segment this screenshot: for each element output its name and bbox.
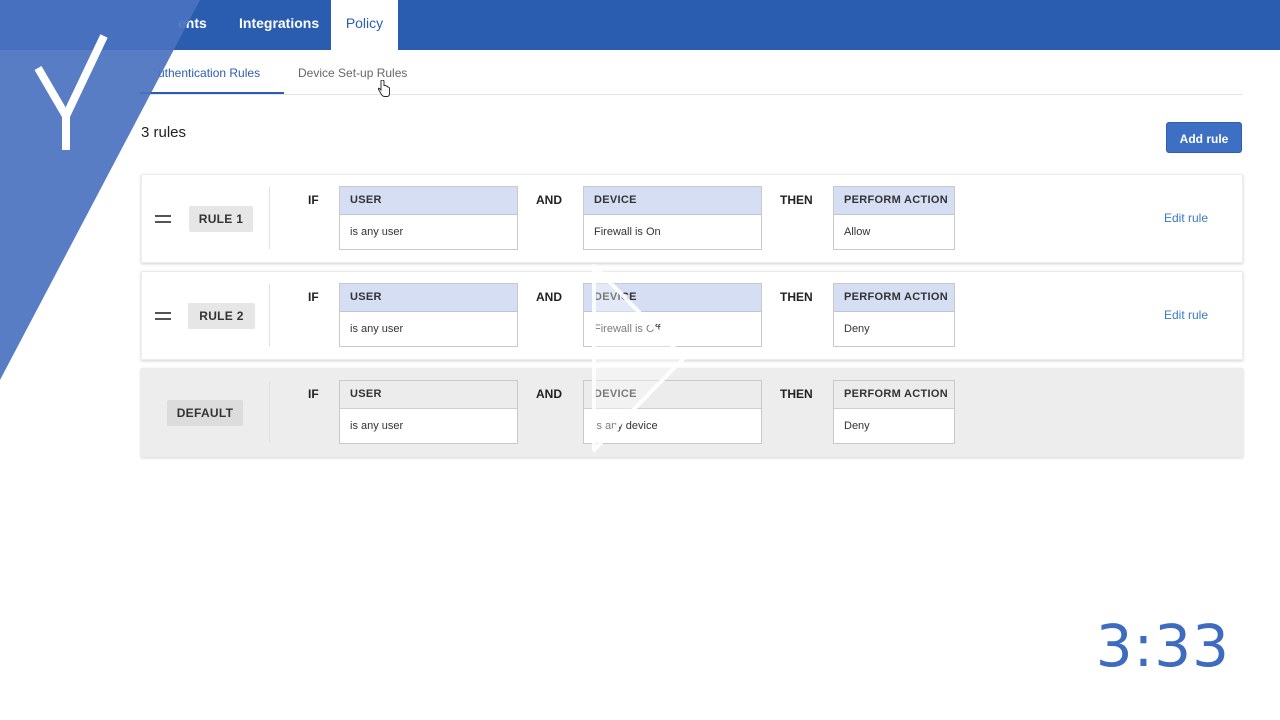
- if-keyword: IF: [308, 193, 319, 207]
- condition-value: Deny: [844, 323, 870, 335]
- condition-header: USER: [340, 284, 517, 312]
- action-condition[interactable]: PERFORM ACTION Allow: [833, 186, 955, 250]
- then-keyword: THEN: [780, 193, 813, 207]
- condition-header: DEVICE: [584, 284, 761, 312]
- condition-header: DEVICE: [584, 187, 761, 215]
- condition-value: is any user: [350, 226, 404, 238]
- and-keyword: AND: [536, 290, 562, 304]
- tab-policy[interactable]: Policy: [330, 0, 399, 50]
- user-condition: USER is any user: [339, 380, 518, 444]
- condition-value: is any device: [594, 420, 658, 432]
- condition-value: Firewall is Off: [594, 323, 661, 335]
- brand-logo-icon: [0, 0, 200, 380]
- then-keyword: THEN: [780, 290, 813, 304]
- condition-header: DEVICE: [584, 381, 761, 409]
- divider: [269, 284, 270, 346]
- divider: [269, 381, 270, 443]
- tab-integrations[interactable]: Integrations: [239, 0, 319, 46]
- rule-card: RULE 1 IF USER is any user AND DEVICE Fi…: [141, 174, 1243, 263]
- and-keyword: AND: [536, 387, 562, 401]
- add-rule-button[interactable]: Add rule: [1166, 122, 1242, 153]
- action-condition[interactable]: PERFORM ACTION Deny: [833, 283, 955, 347]
- if-keyword: IF: [308, 387, 319, 401]
- condition-value: Deny: [844, 420, 870, 432]
- and-keyword: AND: [536, 193, 562, 207]
- edit-rule-link[interactable]: Edit rule: [1164, 211, 1208, 225]
- video-timer: 3:33: [1095, 612, 1230, 680]
- condition-header: USER: [340, 381, 517, 409]
- if-keyword: IF: [308, 290, 319, 304]
- user-condition[interactable]: USER is any user: [339, 283, 518, 347]
- device-condition: DEVICE is any device: [583, 380, 762, 444]
- edit-rule-link[interactable]: Edit rule: [1164, 308, 1208, 322]
- hand-cursor-icon: [377, 80, 390, 97]
- condition-value: is any user: [350, 420, 404, 432]
- condition-header: USER: [340, 187, 517, 215]
- default-rule-card: DEFAULT IF USER is any user AND DEVICE i…: [141, 368, 1243, 457]
- action-condition: PERFORM ACTION Deny: [833, 380, 955, 444]
- device-condition[interactable]: DEVICE Firewall is On: [583, 186, 762, 250]
- device-condition[interactable]: DEVICE Firewall is Off: [583, 283, 762, 347]
- divider: [269, 187, 270, 249]
- user-condition[interactable]: USER is any user: [339, 186, 518, 250]
- policy-subtabs: uthentication Rules Device Set-up Rules: [140, 50, 1242, 95]
- condition-header: PERFORM ACTION: [834, 381, 954, 409]
- condition-value: Firewall is On: [594, 226, 661, 238]
- rule-card: RULE 2 IF USER is any user AND DEVICE Fi…: [141, 271, 1243, 360]
- condition-header: PERFORM ACTION: [834, 284, 954, 312]
- then-keyword: THEN: [780, 387, 813, 401]
- rule-badge: DEFAULT: [167, 400, 243, 426]
- condition-header: PERFORM ACTION: [834, 187, 954, 215]
- condition-value: is any user: [350, 323, 404, 335]
- subtab-device-setup-rules[interactable]: Device Set-up Rules: [298, 66, 407, 80]
- condition-value: Allow: [844, 226, 871, 238]
